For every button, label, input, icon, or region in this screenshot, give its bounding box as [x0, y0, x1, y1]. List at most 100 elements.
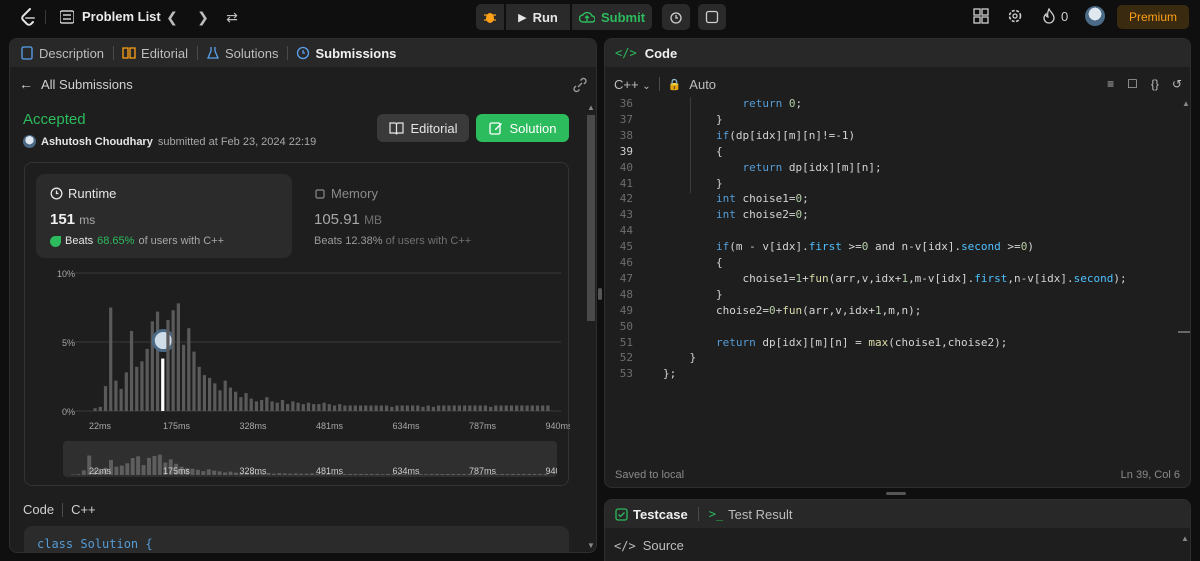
- tab-description[interactable]: Description: [20, 46, 115, 61]
- code-editor[interactable]: 36 return 0; 37 } 38 if(dp[idx][m][n]!=-1)…: [605, 97, 1190, 447]
- shuffle-icon[interactable]: ⇄: [223, 8, 241, 26]
- mini-bar: [434, 473, 439, 475]
- bookmark-icon[interactable]: ☐: [1127, 77, 1138, 91]
- code-line[interactable]: 53};: [605, 367, 1175, 383]
- code-line[interactable]: 48 }: [605, 288, 1175, 304]
- tab-solutions[interactable]: Solutions: [206, 46, 289, 61]
- gear-icon[interactable]: [1007, 8, 1023, 24]
- notes-button[interactable]: [698, 4, 726, 30]
- bar: [260, 399, 264, 411]
- layout-icon[interactable]: [973, 8, 989, 24]
- language-select[interactable]: C++ ⌄: [614, 77, 651, 92]
- premium-button[interactable]: Premium: [1117, 5, 1189, 29]
- code-preview: class Solution {: [37, 537, 153, 551]
- scroll-up-icon[interactable]: ▲: [587, 103, 595, 112]
- y-tick-label: 0%: [62, 407, 75, 417]
- mini-bar: [190, 468, 195, 475]
- bar: [181, 344, 186, 411]
- reset-icon[interactable]: ↺: [1172, 77, 1182, 91]
- flame-icon[interactable]: [1042, 8, 1056, 24]
- run-button[interactable]: ▶ Run: [506, 4, 570, 30]
- mini-bar: [505, 473, 510, 475]
- format-icon[interactable]: ≡: [1107, 77, 1114, 91]
- code-line[interactable]: 42 int choise1=0;: [605, 192, 1175, 208]
- runtime-range-slider[interactable]: 22ms175ms328ms481ms634ms787ms940ms1093ms: [63, 441, 557, 477]
- source-section[interactable]: </> Source: [614, 538, 684, 553]
- braces-icon[interactable]: {}: [1151, 77, 1159, 91]
- code-line[interactable]: 43 int choise2=0;: [605, 208, 1175, 224]
- code-line[interactable]: 46 {: [605, 256, 1175, 272]
- bar: [447, 405, 451, 411]
- bar: [343, 405, 347, 411]
- code-line[interactable]: 49 choise2=0+fun(arr,v,idx+1,m,n);: [605, 304, 1175, 320]
- submitted-time: submitted at Feb 23, 2024 22:19: [157, 135, 317, 148]
- left-scrollbar[interactable]: ▲ ▼: [587, 103, 595, 552]
- runtime-distribution-chart[interactable]: 10% 5% 0% 22ms 175ms 328ms 481ms 634ms 787ms 940m…: [25, 263, 570, 433]
- tab-editorial[interactable]: Editorial: [122, 46, 198, 61]
- bar: [509, 405, 514, 411]
- submission-meta: Ashutosh Choudhary submitted at Feb 23, …: [23, 135, 316, 148]
- auto-mode[interactable]: Auto: [689, 77, 716, 92]
- code-toolbar: C++ ⌄ 🔒 Auto: [605, 69, 1190, 99]
- bar: [410, 405, 415, 411]
- code-line[interactable]: 45 if(m - v[idx].first >=0 and n-v[idx].…: [605, 240, 1175, 256]
- bar: [114, 380, 118, 411]
- code-line[interactable]: 52 }: [605, 351, 1175, 367]
- link-icon[interactable]: [572, 77, 588, 93]
- saved-status: Saved to local: [615, 469, 685, 481]
- mini-bar: [119, 465, 124, 475]
- chevron-left-icon[interactable]: ❮: [163, 8, 181, 26]
- leetcode-logo[interactable]: [18, 7, 38, 27]
- mini-x-tick-label: 940ms: [545, 466, 557, 476]
- problem-list-icon[interactable]: [60, 10, 74, 24]
- code-line[interactable]: 47 choise1=1+fun(arr,v,idx+1,m-v[idx].fi…: [605, 272, 1175, 288]
- code-text: return dp[idx][m][n];: [742, 160, 882, 174]
- tab-submissions[interactable]: Submissions: [296, 46, 396, 61]
- line-number: 44: [619, 224, 633, 238]
- editor-scrollbar[interactable]: ▲: [1178, 99, 1190, 449]
- stats-card: Runtime 151 ms Beats 68.65% of users wit…: [24, 162, 570, 486]
- line-number: 50: [619, 319, 633, 333]
- bar: [400, 405, 404, 411]
- tab-testcase[interactable]: Testcase: [615, 507, 688, 522]
- code-line[interactable]: 50: [605, 320, 1175, 336]
- vertical-resize-handle[interactable]: [886, 492, 906, 495]
- bar: [541, 405, 545, 411]
- runtime-value: 151: [50, 211, 76, 228]
- line-number: 53: [619, 367, 633, 381]
- code-text: int choise2=0;: [715, 208, 809, 222]
- user-avatar[interactable]: [23, 135, 36, 148]
- runtime-card[interactable]: Runtime 151 ms Beats 68.65% of users wit…: [36, 174, 292, 258]
- scroll-up-icon[interactable]: ▲: [1181, 534, 1189, 543]
- debug-button[interactable]: [476, 4, 504, 30]
- bar: [535, 405, 540, 411]
- scroll-thumb[interactable]: [587, 115, 595, 321]
- line-number: 49: [619, 303, 633, 317]
- code-line[interactable]: 44: [605, 224, 1175, 240]
- testcase-panel: Testcase >_ Test Result </> Source ▲: [604, 499, 1191, 561]
- memory-card[interactable]: Memory 105.91 MB Beats 12.38% of users w…: [300, 174, 556, 258]
- x-tick-label: 787ms: [469, 421, 497, 431]
- code-text: {: [663, 256, 723, 269]
- chevron-right-icon[interactable]: ❯: [194, 8, 212, 26]
- avatar[interactable]: [1085, 6, 1105, 26]
- problem-list-link[interactable]: Problem List: [82, 9, 161, 24]
- scroll-down-icon[interactable]: ▼: [587, 541, 595, 550]
- x-tick-label: 940ms: [545, 421, 570, 431]
- bar: [249, 398, 253, 411]
- user-name[interactable]: Ashutosh Choudhary: [41, 136, 153, 148]
- code-text: }: [663, 176, 723, 190]
- code-line[interactable]: 51 return dp[idx][m][n] = max(choise1,ch…: [605, 336, 1175, 352]
- mini-bar: [440, 473, 445, 475]
- tab-test-result[interactable]: >_ Test Result: [709, 507, 793, 522]
- submit-button[interactable]: Submit: [572, 4, 652, 30]
- book-icon: [388, 121, 404, 135]
- mini-bar: [233, 472, 238, 475]
- scroll-up-icon[interactable]: ▲: [1182, 99, 1190, 108]
- mini-bar: [130, 458, 135, 475]
- all-submissions-link[interactable]: ← All Submissions: [19, 76, 133, 92]
- editorial-button[interactable]: Editorial: [377, 114, 469, 142]
- panel-resize-handle[interactable]: [598, 288, 602, 300]
- solution-button[interactable]: Solution: [476, 114, 569, 142]
- timer-button[interactable]: [662, 4, 690, 30]
